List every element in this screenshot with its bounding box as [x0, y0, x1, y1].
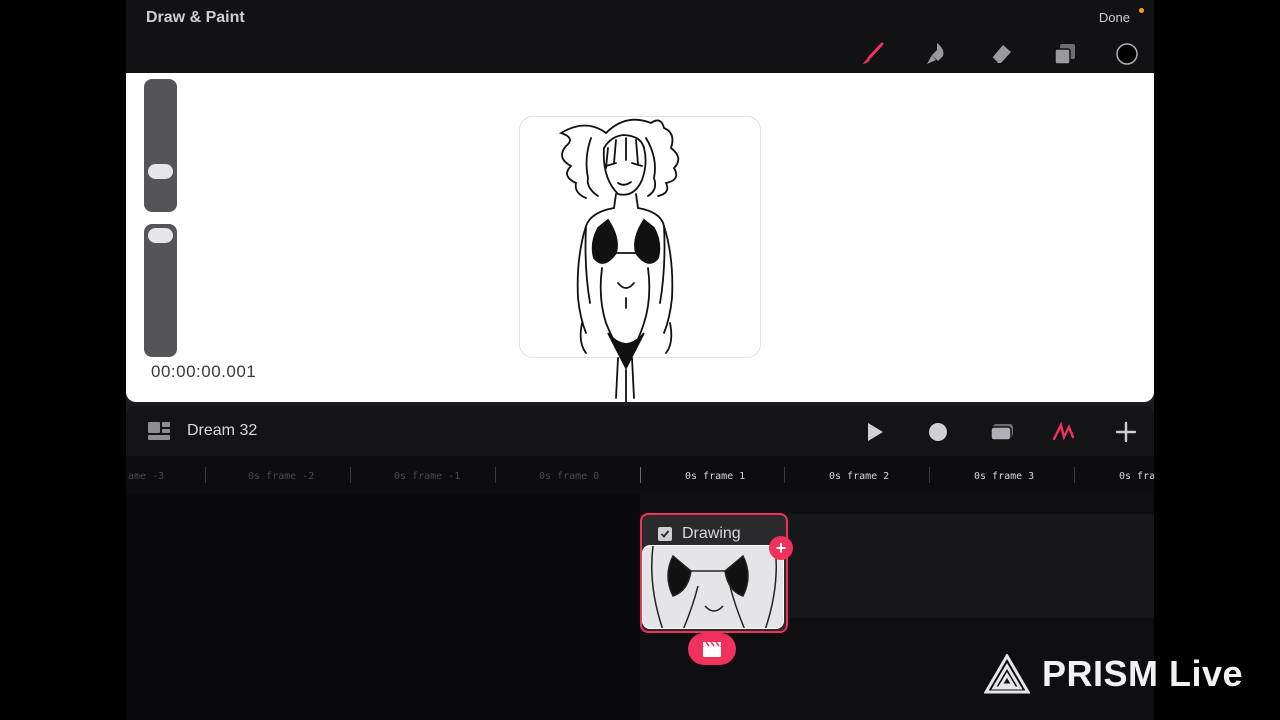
frame-ruler[interactable]: ame -3 0s frame -2 0s frame -1 0s frame …	[126, 462, 1154, 490]
app-window: Draw & Paint Done 00:00:00.001 Dream 32 …	[126, 0, 1154, 720]
grid-icon[interactable]	[148, 422, 170, 445]
timecode: 00:00:00.001	[151, 362, 257, 381]
page-title: Draw & Paint	[146, 9, 245, 26]
layers-icon[interactable]	[1052, 41, 1078, 67]
ruler-tick	[495, 467, 496, 483]
ruler-tick	[640, 467, 641, 483]
frame-label: 0s frame 3	[974, 471, 1035, 482]
done-button[interactable]: Done	[1099, 10, 1130, 25]
status-dot	[1139, 8, 1144, 13]
record-icon[interactable]	[924, 418, 952, 446]
prism-live-watermark: PRISM Live	[984, 652, 1243, 696]
frame-label: 0s frame 2	[829, 471, 890, 482]
ruler-tick	[784, 467, 785, 483]
draw-icon[interactable]	[1050, 418, 1078, 446]
prism-logo-icon	[984, 654, 1030, 694]
ruler-tick	[929, 467, 930, 483]
frame-label: 0s frame 0	[539, 471, 600, 482]
track-area-past	[126, 494, 640, 720]
layer-checkbox[interactable]	[658, 527, 672, 541]
project-name: Dream 32	[187, 422, 258, 439]
slider-knob[interactable]	[148, 164, 173, 179]
frame-label: 0s fram	[1119, 471, 1154, 482]
eraser-icon[interactable]	[988, 41, 1014, 67]
frame-label: 0s frame 1	[685, 471, 746, 482]
clapper-button[interactable]	[688, 633, 736, 665]
ruler-tick	[350, 467, 351, 483]
plus-icon[interactable]	[1112, 418, 1140, 446]
ruler-tick	[1074, 467, 1075, 483]
clapperboard-icon	[703, 641, 721, 657]
sketch-drawing	[558, 118, 680, 403]
play-icon[interactable]	[860, 418, 888, 446]
smudge-icon[interactable]	[924, 41, 950, 67]
slider-knob[interactable]	[148, 228, 173, 243]
layers-icon[interactable]	[988, 418, 1016, 446]
layer-label: Drawing	[682, 525, 741, 542]
frame-label: ame -3	[128, 471, 165, 482]
drawing-layer-clip[interactable]: Drawing	[640, 513, 788, 633]
top-bar: Draw & Paint Done	[126, 0, 1154, 73]
ruler-tick	[205, 467, 206, 483]
watermark-text: PRISM Live	[1042, 653, 1244, 694]
brush-icon[interactable]	[860, 41, 886, 67]
add-frame-button[interactable]: +	[769, 536, 793, 560]
layer-thumbnail	[642, 545, 784, 629]
color-swatch-icon[interactable]	[1114, 41, 1140, 67]
brush-size-slider[interactable]	[144, 79, 177, 212]
frame-label: 0s frame -1	[394, 471, 461, 482]
drawing-canvas[interactable]: 00:00:00.001	[126, 73, 1154, 403]
opacity-slider[interactable]	[144, 224, 177, 357]
frame-label: 0s frame -2	[248, 471, 315, 482]
timeline-header: Dream 32	[126, 406, 1154, 456]
